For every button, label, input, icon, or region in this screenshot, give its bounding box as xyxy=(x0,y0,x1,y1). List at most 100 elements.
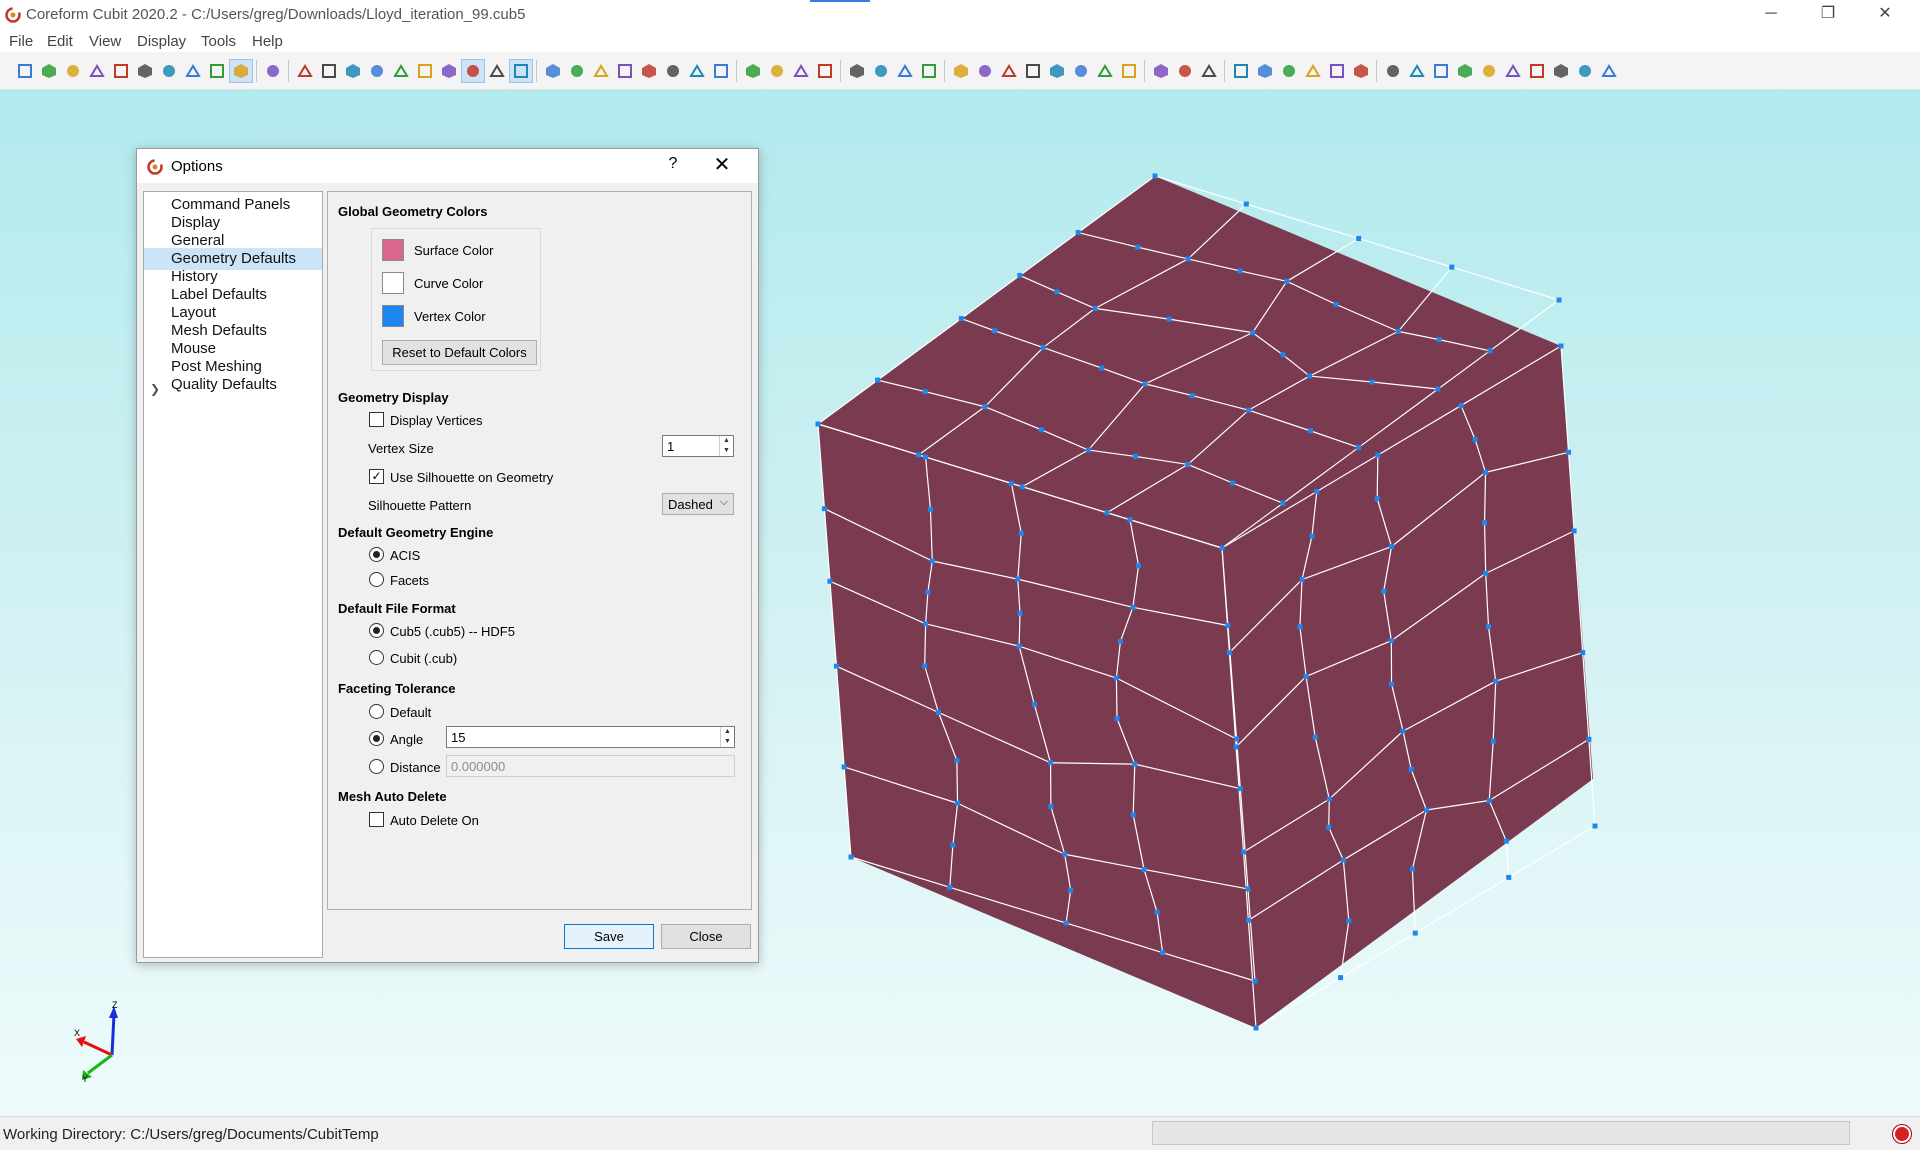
help-button[interactable]: ? xyxy=(661,155,685,177)
maximize-button[interactable]: ❐ xyxy=(1805,0,1851,30)
menu-file[interactable]: File xyxy=(9,33,33,50)
dialog-title-bar[interactable]: Options ? ✕ xyxy=(137,149,758,183)
curve-color-swatch[interactable] xyxy=(382,272,404,294)
geometry-view-icon[interactable] xyxy=(438,60,460,82)
group-pick-icon[interactable] xyxy=(1070,60,1092,82)
pick-volume-icon[interactable] xyxy=(486,60,508,82)
export-icon[interactable] xyxy=(110,60,132,82)
stop-icon[interactable] xyxy=(1892,1124,1912,1144)
menu-view[interactable]: View xyxy=(89,33,121,50)
pin-icon[interactable] xyxy=(1598,60,1620,82)
vertex-color-swatch[interactable] xyxy=(382,305,404,327)
sweep-icon[interactable] xyxy=(1406,60,1428,82)
label-icon[interactable] xyxy=(1430,60,1452,82)
edge-pick-icon[interactable] xyxy=(974,60,996,82)
faceting-default-radio[interactable] xyxy=(369,704,384,719)
faceting-angle-radio[interactable] xyxy=(369,731,384,746)
surface-color-swatch[interactable] xyxy=(382,239,404,261)
face-icon[interactable] xyxy=(686,60,708,82)
clip-icon[interactable] xyxy=(662,60,684,82)
silhouette-pattern-select[interactable]: Dashed ⌵ xyxy=(662,493,734,515)
play-icon[interactable] xyxy=(158,60,180,82)
zoom-in-icon[interactable] xyxy=(566,60,588,82)
fit-icon[interactable] xyxy=(1526,60,1548,82)
transparency-icon[interactable] xyxy=(742,60,764,82)
nav-item-quality-defaults[interactable]: ❯ Quality Defaults xyxy=(144,374,322,396)
assembly-icon[interactable] xyxy=(390,60,412,82)
smooth-shade-icon[interactable] xyxy=(366,60,388,82)
menu-help[interactable]: Help xyxy=(252,33,283,50)
faceting-distance-radio[interactable] xyxy=(369,759,384,774)
expand-chevron-icon[interactable]: ❯ xyxy=(150,379,160,400)
menu-edit[interactable]: Edit xyxy=(47,33,73,50)
new-file-icon[interactable] xyxy=(14,60,36,82)
more-icon[interactable] xyxy=(1574,60,1596,82)
curve-icon[interactable] xyxy=(1094,60,1116,82)
journal-icon[interactable] xyxy=(134,60,156,82)
select-icon[interactable] xyxy=(229,59,253,83)
point-icon[interactable] xyxy=(1118,60,1140,82)
add-surface-icon[interactable] xyxy=(1198,60,1220,82)
volume-pick-icon[interactable] xyxy=(1022,60,1044,82)
zoom-out-icon[interactable] xyxy=(590,60,612,82)
sphere-icon[interactable] xyxy=(790,60,812,82)
vertex-size-spinbox[interactable]: 1 ▲ ▼ xyxy=(662,435,734,457)
record-icon[interactable] xyxy=(182,60,204,82)
frustum-icon[interactable] xyxy=(870,60,892,82)
format-cub5-radio[interactable] xyxy=(369,623,384,638)
grid-icon[interactable] xyxy=(461,59,485,83)
vertex-pick-icon[interactable] xyxy=(950,60,972,82)
compare-icon[interactable] xyxy=(1502,60,1524,82)
undo-icon[interactable] xyxy=(262,60,284,82)
menu-display[interactable]: Display xyxy=(137,33,186,50)
engine-acis-radio[interactable] xyxy=(369,547,384,562)
open-folder-icon[interactable] xyxy=(38,60,60,82)
body-pick-icon[interactable] xyxy=(1046,60,1068,82)
tools-icon[interactable] xyxy=(206,60,228,82)
display-vertices-checkbox[interactable] xyxy=(369,412,384,427)
save-button[interactable]: Save xyxy=(564,924,654,949)
save-as-icon[interactable] xyxy=(86,60,108,82)
menu-tools[interactable]: Tools xyxy=(201,33,236,50)
add-curve-icon[interactable] xyxy=(1174,60,1196,82)
mesh-icon[interactable] xyxy=(1478,60,1500,82)
cylinder-icon[interactable] xyxy=(814,60,836,82)
mesh-view-icon[interactable] xyxy=(414,60,436,82)
save-icon[interactable] xyxy=(62,60,84,82)
merge-icon[interactable] xyxy=(1302,60,1324,82)
spin-arrows-icon[interactable]: ▲ ▼ xyxy=(719,436,733,456)
reset-colors-button[interactable]: Reset to Default Colors xyxy=(382,340,537,365)
quality-icon[interactable] xyxy=(1454,60,1476,82)
torus-icon[interactable] xyxy=(894,60,916,82)
hidden-line-icon[interactable] xyxy=(318,60,340,82)
split-icon[interactable] xyxy=(1326,60,1348,82)
wireframe-icon[interactable] xyxy=(294,60,316,82)
minimize-button[interactable]: ─ xyxy=(1748,0,1794,30)
auto-delete-checkbox[interactable] xyxy=(369,812,384,827)
dialog-close-icon[interactable]: ✕ xyxy=(707,153,737,179)
brick-icon[interactable] xyxy=(846,60,868,82)
angle-spinbox[interactable]: 15 ▲ ▼ xyxy=(446,726,735,748)
close-window-button[interactable]: ✕ xyxy=(1862,0,1908,30)
isometric-icon[interactable] xyxy=(766,60,788,82)
imprint-icon[interactable] xyxy=(1278,60,1300,82)
surface-pick-icon[interactable] xyxy=(998,60,1020,82)
silhouette-checkbox[interactable]: ✓ xyxy=(369,469,384,484)
zoom-box-icon[interactable] xyxy=(1550,60,1572,82)
probe-icon[interactable] xyxy=(1382,60,1404,82)
perspective-icon[interactable] xyxy=(638,60,660,82)
shaded-icon[interactable] xyxy=(342,60,364,82)
pick-surface-icon[interactable] xyxy=(509,59,533,83)
webcut-icon[interactable] xyxy=(1254,60,1276,82)
measure-icon[interactable] xyxy=(1350,60,1372,82)
engine-facets-radio[interactable] xyxy=(369,572,384,587)
boolean-icon[interactable] xyxy=(918,60,940,82)
close-button[interactable]: Close xyxy=(661,924,751,949)
add-vertex-icon[interactable] xyxy=(1150,60,1172,82)
rotate-icon[interactable] xyxy=(614,60,636,82)
volume-box-icon[interactable] xyxy=(710,60,732,82)
spin-arrows-icon[interactable]: ▲ ▼ xyxy=(720,727,734,747)
format-cub-radio[interactable] xyxy=(369,650,384,665)
add-volume-icon[interactable] xyxy=(1230,60,1252,82)
refresh-icon[interactable] xyxy=(542,60,564,82)
